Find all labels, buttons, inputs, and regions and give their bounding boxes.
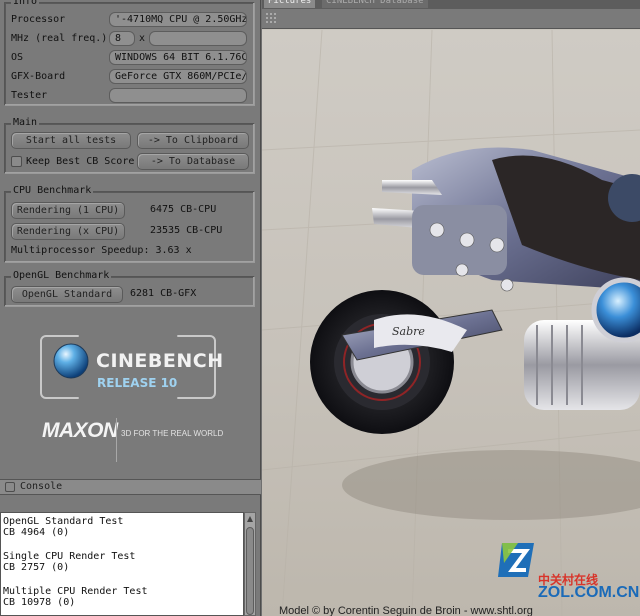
cpu-benchmark-title: CPU Benchmark: [11, 185, 94, 197]
opengl-standard-button[interactable]: OpenGL Standard: [11, 286, 123, 303]
render-1cpu-score: 6475 CB-CPU: [150, 204, 217, 215]
branding-area: CINEBENCH RELEASE 10 MAXON 3D FOR THE RE…: [0, 330, 261, 480]
cpu-benchmark-group: CPU Benchmark Rendering (1 CPU) 6475 CB-…: [4, 185, 255, 263]
render-1cpu-button[interactable]: Rendering (1 CPU): [11, 202, 125, 219]
render-panel: Pictures CINEBENCH Database Sabre 中关村在线 …: [262, 0, 640, 616]
multiprocessor-speedup: Multiprocessor Speedup: 3.63 x: [11, 245, 192, 256]
cinebench-sphere-icon: [53, 343, 89, 379]
main-group: Main Start all tests -> To Clipboard Kee…: [4, 117, 255, 174]
console-entry: Multiple CPU Render Test CB 10978 (0): [3, 586, 241, 608]
gfx-field[interactable]: GeForce GTX 860M/PCIe/: [109, 69, 247, 84]
console-output[interactable]: OpenGL Standard Test CB 4964 (0) Single …: [0, 512, 244, 616]
grid-icon[interactable]: [266, 13, 278, 25]
console-title: Console: [20, 481, 63, 492]
multiplier-field[interactable]: [149, 31, 247, 46]
console-entry-name: OpenGL Standard Test: [3, 516, 124, 527]
console-entry: OpenGL Standard Test CB 4964 (0): [3, 516, 241, 538]
model-credit: Model © by Corentin Seguin de Broin - ww…: [279, 605, 533, 616]
tester-field[interactable]: [109, 88, 247, 103]
info-group: Info Processor '-4710MQ CPU @ 2.50GHz MH…: [4, 0, 255, 106]
to-clipboard-button[interactable]: -> To Clipboard: [137, 132, 249, 149]
console-entry-value: CB 4964 (0): [3, 527, 70, 538]
processor-label: Processor: [11, 14, 66, 25]
maxon-divider: [116, 418, 117, 462]
release-text: RELEASE 10: [97, 376, 178, 390]
scroll-up-arrow-icon[interactable]: [246, 515, 254, 523]
start-all-tests-button[interactable]: Start all tests: [11, 132, 131, 149]
console-header: Console: [0, 479, 261, 495]
render-xcpu-score: 23535 CB-CPU: [150, 225, 223, 236]
tab-cinebench-database[interactable]: CINEBENCH Database: [322, 0, 428, 8]
opengl-benchmark-group: OpenGL Benchmark OpenGL Standard 6281 CB…: [4, 270, 255, 307]
maxon-tagline: 3D FOR THE REAL WORLD: [121, 429, 224, 438]
opengl-benchmark-title: OpenGL Benchmark: [11, 270, 112, 282]
mhz-multiplier: x: [139, 33, 146, 44]
console-entry-name: Single CPU Render Test: [3, 551, 136, 562]
info-group-title: Info: [11, 0, 40, 8]
console-scrollbar[interactable]: [244, 512, 256, 616]
svg-text:Sabre: Sabre: [392, 325, 425, 338]
tester-label: Tester: [11, 90, 48, 101]
console-entry-value: CB 2757 (0): [3, 562, 70, 573]
render-toolbar: [262, 9, 640, 29]
processor-field[interactable]: '-4710MQ CPU @ 2.50GHz: [109, 12, 247, 27]
maxon-logo-text: MAXON: [42, 419, 118, 442]
console-toggle-checkbox[interactable]: [5, 482, 15, 492]
zol-logo-icon: [498, 543, 534, 577]
to-database-button[interactable]: -> To Database: [137, 153, 249, 170]
os-label: OS: [11, 52, 24, 63]
os-field[interactable]: WINDOWS 64 BIT 6.1.76C: [109, 50, 247, 65]
keep-best-label: Keep Best CB Score: [26, 156, 135, 167]
rendered-motorcycle-image: Sabre: [262, 30, 640, 616]
opengl-score: 6281 CB-GFX: [130, 288, 197, 299]
tab-pictures[interactable]: Pictures: [264, 0, 316, 8]
console-entry: Single CPU Render Test CB 2757 (0): [3, 551, 241, 573]
tab-bar: Pictures CINEBENCH Database: [262, 0, 640, 9]
mhz-label: MHz (real freq.): [11, 33, 108, 44]
main-group-title: Main: [11, 117, 40, 129]
mhz-field[interactable]: 8: [109, 31, 135, 46]
console-entry-name: Multiple CPU Render Test: [3, 586, 148, 597]
cinebench-logo-text: CINEBENCH: [96, 350, 224, 372]
gfx-label: GFX-Board: [11, 71, 66, 82]
keep-best-checkbox[interactable]: [11, 156, 22, 167]
render-xcpu-button[interactable]: Rendering (x CPU): [11, 223, 125, 240]
console-entry-value: CB 10978 (0): [3, 597, 76, 608]
console-scroll-thumb[interactable]: [246, 527, 254, 615]
watermark-url: ZOL.COM.CN: [538, 584, 640, 601]
left-panel: Info Processor '-4710MQ CPU @ 2.50GHz MH…: [0, 0, 261, 616]
